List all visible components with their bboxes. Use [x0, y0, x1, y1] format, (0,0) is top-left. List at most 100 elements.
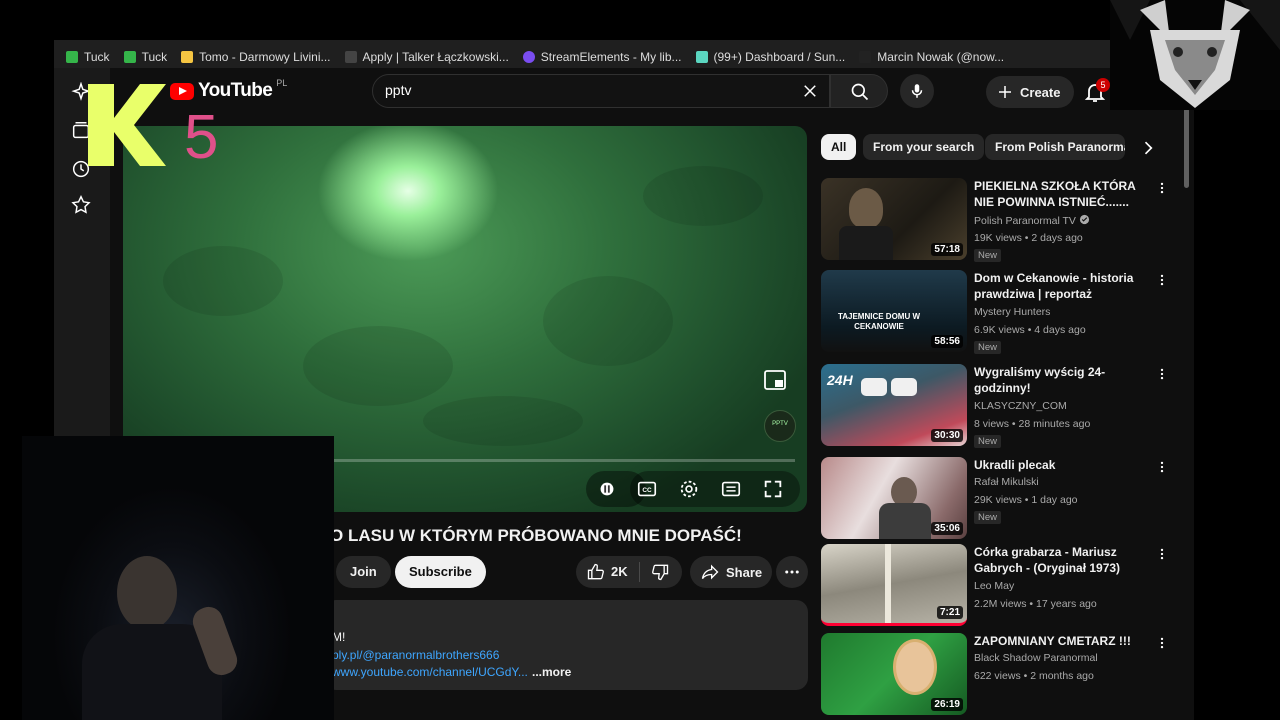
recommendation-title[interactable]: Dom w Cekanowie - historia prawdziwa | r… — [974, 270, 1154, 302]
like-button[interactable]: 2K — [576, 556, 638, 588]
channel-name[interactable]: Leo May — [974, 580, 1014, 592]
recommendation-item[interactable]: 35:06 Ukradli plecak Rafał Mikulski 29K … — [821, 457, 1176, 541]
kebab-menu-icon[interactable] — [1155, 180, 1169, 196]
description-link[interactable]: www.youtube.com/channel/UCGdY... — [332, 665, 528, 679]
create-button[interactable]: Create — [986, 76, 1075, 108]
video-thumbnail[interactable]: TAJEMNICE DOMU W CEKANOWIE 58:56 — [821, 270, 967, 352]
video-meta: 2.2M views • 17 years ago — [974, 598, 1097, 610]
plus-icon — [999, 86, 1011, 98]
recommendation-item[interactable]: TAJEMNICE DOMU W CEKANOWIE 58:56 Dom w C… — [821, 270, 1176, 354]
channel-name[interactable]: KLASYCZNY_COM — [974, 400, 1067, 412]
bookmark-item[interactable]: Tuck — [66, 50, 110, 64]
voice-search-button[interactable] — [900, 74, 934, 108]
description-box[interactable]: M! ply.pl/@paranormalbrothers666 www.you… — [324, 600, 808, 690]
description-link[interactable]: ply.pl/@paranormalbrothers666 — [332, 648, 499, 662]
autoplay-toggle-icon[interactable] — [596, 478, 618, 500]
bookmark-label: Tomo - Darmowy Livini... — [199, 50, 331, 64]
close-icon[interactable] — [801, 82, 819, 100]
duration-badge: 35:06 — [931, 522, 963, 535]
channel-name[interactable]: Polish Paranormal TV — [974, 214, 1090, 227]
share-arrow-icon — [701, 564, 719, 580]
bookmark-label: Marcin Nowak (@now... — [877, 50, 1005, 64]
kebab-menu-icon[interactable] — [1155, 546, 1169, 562]
recommendation-title[interactable]: Wygraliśmy wyścig 24-godzinny! — [974, 364, 1154, 396]
search-icon — [851, 83, 869, 101]
channel-name[interactable]: Mystery Hunters — [974, 306, 1050, 318]
dislike-button[interactable] — [640, 556, 682, 588]
video-meta: 19K views • 2 days ago — [974, 232, 1083, 244]
recommendation-title[interactable]: Ukradli plecak — [974, 457, 1154, 473]
controls-pill: CC — [630, 471, 800, 507]
chevron-right-icon[interactable] — [1136, 138, 1160, 158]
bookmark-favicon-icon — [66, 51, 78, 63]
bookmark-item[interactable]: Tuck — [123, 50, 167, 64]
share-button[interactable]: Share — [690, 556, 772, 588]
search-button[interactable] — [830, 74, 888, 108]
bookmark-label: StreamElements - My lib... — [540, 50, 682, 64]
kebab-menu-icon[interactable] — [1155, 459, 1169, 475]
channel-name[interactable]: Rafał Mikulski — [974, 476, 1039, 488]
show-more-link[interactable]: ...more — [532, 665, 571, 679]
video-thumbnail[interactable]: 24H 30:30 — [821, 364, 967, 446]
chip-from-polish-paranormal[interactable]: From Polish Paranormal — [985, 134, 1125, 160]
view-count: 2.2M views — [974, 598, 1027, 610]
bookmark-item[interactable]: Marcin Nowak (@now... — [859, 50, 1004, 64]
bookmark-label: (99+) Dashboard / Sun... — [713, 50, 846, 64]
recommendation-title[interactable]: PIEKIELNA SZKOŁA KTÓRA NIE POWINNA ISTNI… — [974, 178, 1154, 210]
kebab-menu-icon[interactable] — [1155, 635, 1169, 651]
upload-age: 28 minutes ago — [1018, 418, 1091, 430]
miniplayer-icon[interactable] — [763, 369, 787, 391]
chip-all[interactable]: All — [821, 134, 857, 160]
video-thumbnail[interactable]: 7:21 — [821, 544, 967, 626]
recommendation-item[interactable]: 24H 30:30 Wygraliśmy wyścig 24-godzinny!… — [821, 364, 1176, 448]
more-horizontal-icon — [785, 570, 799, 574]
bookmark-favicon-icon — [695, 51, 708, 63]
channel-watermark[interactable]: PPTV — [764, 410, 796, 442]
settings-gear-icon[interactable] — [678, 478, 700, 500]
bookmark-item[interactable]: Tomo - Darmowy Livini... — [181, 50, 331, 64]
new-badge: New — [974, 435, 1002, 448]
video-thumbnail[interactable]: 26:19 — [821, 633, 967, 715]
thumbnail-caption: 24H — [827, 372, 853, 388]
recommendation-title[interactable]: Córka grabarza - Mariusz Gabrych - (Oryg… — [974, 544, 1154, 576]
duration-badge: 26:19 — [931, 698, 963, 711]
thumbnail-pole — [885, 544, 891, 623]
view-count: 8 views — [974, 418, 1010, 430]
recommendation-title[interactable]: ZAPOMNIANY CMETARZ !!! — [974, 633, 1154, 649]
chip-from-your-search[interactable]: From your search — [863, 134, 985, 160]
bookmarks-bar: Tuck Tuck Tomo - Darmowy Livini... Apply… — [54, 40, 1114, 68]
bookmark-label: Tuck — [84, 50, 110, 64]
video-thumbnail[interactable]: 35:06 — [821, 457, 967, 539]
thumbnail-person — [893, 639, 937, 695]
bookmark-item[interactable]: (99+) Dashboard / Sun... — [695, 50, 846, 64]
bookmark-item[interactable]: Apply | Talker Łączkowski... — [344, 50, 509, 64]
star-icon[interactable] — [70, 194, 92, 216]
recommendation-item[interactable]: 7:21 Córka grabarza - Mariusz Gabrych - … — [821, 544, 1176, 628]
new-badge: New — [974, 511, 1002, 524]
video-frame-texture — [163, 246, 283, 316]
kebab-menu-icon[interactable] — [1155, 272, 1169, 288]
theater-mode-icon[interactable] — [720, 478, 742, 500]
join-button[interactable]: Join — [336, 556, 391, 588]
fullscreen-icon[interactable] — [762, 478, 784, 500]
video-meta: 29K views • 1 day ago — [974, 494, 1078, 506]
like-dislike-group: 2K — [576, 556, 682, 588]
captions-icon[interactable]: CC — [636, 478, 658, 500]
channel-name[interactable]: Black Shadow Paranormal — [974, 652, 1098, 664]
upload-age: 17 years ago — [1036, 598, 1097, 610]
like-count: 2K — [611, 564, 628, 579]
duration-badge: 7:21 — [936, 606, 963, 619]
recommendation-item[interactable]: 57:18 PIEKIELNA SZKOŁA KTÓRA NIE POWINNA… — [821, 178, 1176, 262]
bookmark-item[interactable]: StreamElements - My lib... — [522, 50, 682, 64]
video-frame-texture — [303, 326, 453, 406]
kebab-menu-icon[interactable] — [1155, 366, 1169, 382]
subscribe-button[interactable]: Subscribe — [395, 556, 486, 588]
more-actions-button[interactable] — [776, 556, 808, 588]
search-box — [372, 74, 830, 108]
thumbnail-car — [891, 378, 917, 396]
recommendation-item[interactable]: 26:19 ZAPOMNIANY CMETARZ !!! Black Shado… — [821, 633, 1176, 717]
page-scrollbar[interactable] — [1184, 108, 1189, 188]
search-input[interactable] — [385, 82, 775, 98]
description-text: M! — [332, 630, 346, 644]
video-thumbnail[interactable]: 57:18 — [821, 178, 967, 260]
